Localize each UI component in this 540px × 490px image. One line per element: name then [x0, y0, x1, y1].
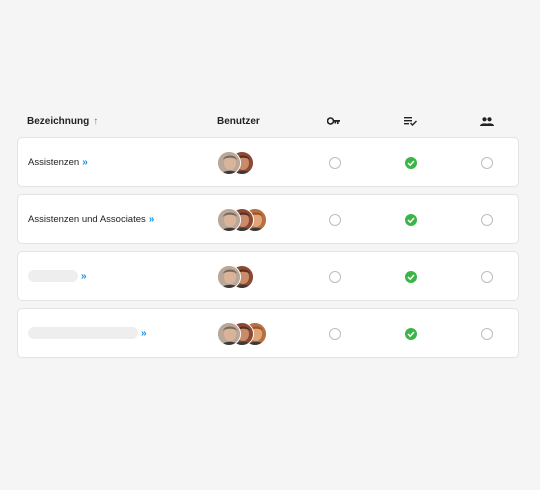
- avatar: [217, 322, 241, 346]
- open-details-icon[interactable]: »: [82, 157, 88, 168]
- table-row[interactable]: Assistenzen»: [17, 137, 519, 187]
- table-row[interactable]: »: [17, 308, 519, 358]
- avatar: [217, 208, 241, 232]
- permission-radio[interactable]: [329, 157, 341, 169]
- group-name-label: Assistenzen und Associates: [28, 213, 146, 225]
- table-header: Bezeichnung ↑ Benutzer: [17, 110, 519, 132]
- redacted-name-placeholder: [28, 270, 78, 282]
- active-radio[interactable]: [405, 328, 417, 340]
- active-radio[interactable]: [405, 214, 417, 226]
- active-radio[interactable]: [405, 157, 417, 169]
- group-name[interactable]: Assistenzen»: [28, 138, 88, 186]
- open-details-icon[interactable]: »: [141, 328, 147, 339]
- group-name[interactable]: »: [28, 309, 147, 357]
- avatar: [217, 151, 241, 175]
- group-radio[interactable]: [481, 214, 493, 226]
- redacted-name-placeholder: [28, 327, 138, 339]
- group-radio[interactable]: [481, 157, 493, 169]
- column-header-users: Benutzer: [217, 115, 260, 127]
- open-details-icon[interactable]: »: [149, 214, 155, 225]
- open-details-icon[interactable]: »: [81, 271, 87, 282]
- permission-radio[interactable]: [329, 328, 341, 340]
- column-header-name-label: Bezeichnung: [27, 115, 90, 127]
- user-avatars[interactable]: [217, 265, 254, 289]
- active-radio[interactable]: [405, 271, 417, 283]
- user-avatars[interactable]: [217, 208, 267, 232]
- groups-table: Bezeichnung ↑ Benutzer Assistenzen» Assis…: [17, 110, 519, 358]
- table-row[interactable]: Assistenzen und Associates»: [17, 194, 519, 244]
- column-header-name[interactable]: Bezeichnung ↑: [27, 110, 98, 132]
- group-name[interactable]: Assistenzen und Associates»: [28, 195, 154, 243]
- group-name-label: Assistenzen: [28, 156, 80, 168]
- permission-radio[interactable]: [329, 214, 341, 226]
- people-icon: [480, 110, 494, 132]
- group-name[interactable]: »: [28, 252, 87, 300]
- permission-radio[interactable]: [329, 271, 341, 283]
- group-radio[interactable]: [481, 328, 493, 340]
- user-avatars[interactable]: [217, 322, 267, 346]
- key-icon: [327, 110, 340, 132]
- sort-ascending-icon[interactable]: ↑: [93, 116, 98, 127]
- playlist-check-icon: [404, 110, 417, 132]
- user-avatars[interactable]: [217, 151, 254, 175]
- group-radio[interactable]: [481, 271, 493, 283]
- table-row[interactable]: »: [17, 251, 519, 301]
- avatar: [217, 265, 241, 289]
